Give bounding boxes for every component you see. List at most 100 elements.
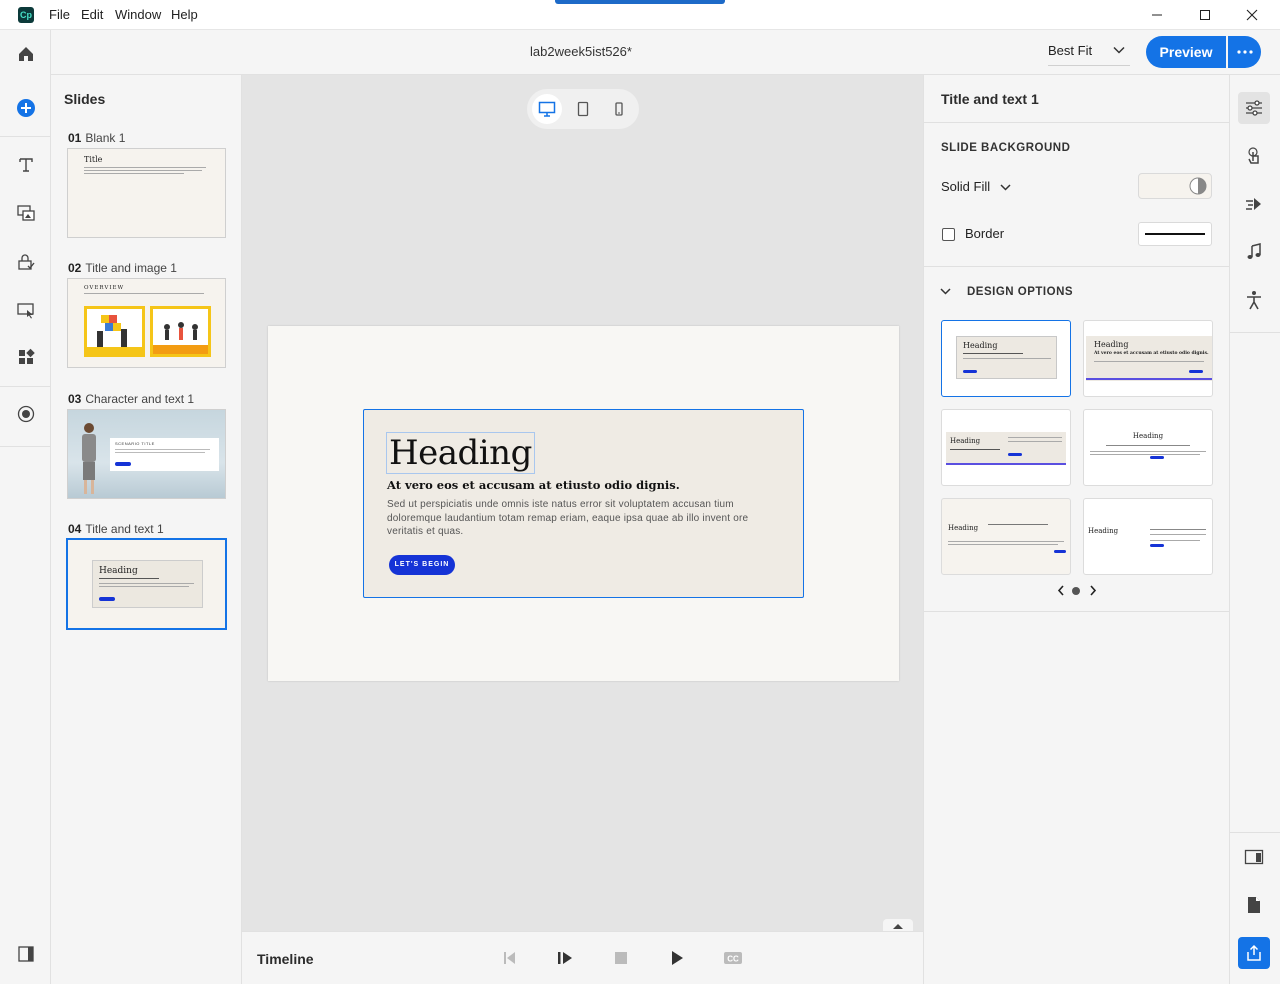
design-heading: Heading <box>963 341 998 350</box>
widget-icon[interactable] <box>13 297 39 323</box>
design-option-2[interactable]: Heading At vero eos et accusam at etiust… <box>1083 320 1213 397</box>
slide-thumbnail-2[interactable]: OVERVIEW <box>67 278 226 368</box>
chevron-left-icon[interactable] <box>1057 585 1065 596</box>
add-icon[interactable] <box>13 95 39 121</box>
menu-window[interactable]: Window <box>115 7 161 22</box>
thumb-text-line <box>99 578 159 579</box>
menu-help[interactable]: Help <box>171 7 198 22</box>
chevron-down-icon[interactable] <box>1113 46 1125 54</box>
more-options-button[interactable] <box>1228 36 1261 68</box>
design-text-line <box>948 541 1064 542</box>
lets-begin-button[interactable]: LET'S BEGIN <box>389 555 455 575</box>
slide-name: Character and text 1 <box>85 392 195 406</box>
design-option-5[interactable]: Heading <box>941 498 1071 575</box>
slide-thumbnail-4[interactable]: Heading <box>66 538 227 630</box>
design-text-line <box>1150 534 1206 535</box>
thumb-title: Heading <box>99 566 138 576</box>
close-icon[interactable] <box>1242 5 1262 25</box>
design-text-line <box>988 524 1048 525</box>
play-icon[interactable] <box>666 949 688 967</box>
rail-divider <box>0 386 50 387</box>
border-style-picker[interactable] <box>1138 222 1212 246</box>
design-text-line <box>1090 454 1200 455</box>
tablet-view-button[interactable] <box>568 94 598 124</box>
fill-color-swatch[interactable] <box>1138 173 1212 199</box>
home-icon[interactable] <box>13 41 39 67</box>
thumb-card: Heading <box>92 560 203 608</box>
slide-heading[interactable]: Heading <box>386 432 535 474</box>
slide-subheading[interactable]: At vero eos et accusam at etiusto odio d… <box>387 478 680 492</box>
slide-thumbnail-3[interactable]: SCENARIO TITLE <box>67 409 226 499</box>
share-button[interactable] <box>1238 937 1270 969</box>
design-text-line <box>1008 441 1062 442</box>
device-toggle <box>527 89 639 129</box>
stop-icon[interactable] <box>610 949 632 967</box>
design-option-3[interactable]: Heading <box>941 409 1071 486</box>
design-button <box>1150 456 1164 459</box>
design-heading: Heading <box>950 437 981 445</box>
slide-number: 02 <box>68 261 82 275</box>
accessibility-tab[interactable] <box>1238 284 1270 316</box>
document-header: lab2week5ist526* Best Fit Preview <box>51 30 1280 75</box>
thumb-text-line <box>84 167 206 168</box>
interaction-icon[interactable] <box>13 249 39 275</box>
menu-edit[interactable]: Edit <box>81 7 103 22</box>
properties-title: Title and text 1 <box>941 91 1039 107</box>
thumb-title: SCENARIO TITLE <box>115 441 155 446</box>
slide-label: 02 Title and image 1 <box>68 261 177 275</box>
design-option-1[interactable]: Heading <box>941 320 1071 397</box>
slide-label: 01 Blank 1 <box>68 131 125 145</box>
properties-tab[interactable] <box>1238 92 1270 124</box>
thumb-title: OVERVIEW <box>84 285 125 291</box>
menu-file[interactable]: File <box>49 7 70 22</box>
record-icon[interactable] <box>13 401 39 427</box>
document-icon <box>1248 897 1260 913</box>
panel-divider <box>924 266 1229 267</box>
design-heading: Heading <box>1094 340 1129 349</box>
timeline-label: Timeline <box>257 951 314 967</box>
interactions-tab[interactable] <box>1238 140 1270 172</box>
chevron-down-icon[interactable] <box>940 288 951 295</box>
design-text-line <box>1094 361 1204 362</box>
preview-button[interactable]: Preview <box>1146 36 1226 68</box>
page-indicator-dot[interactable] <box>1072 587 1080 595</box>
thumb-text-line <box>84 170 202 171</box>
maximize-icon[interactable] <box>1195 5 1215 25</box>
layout-toggle[interactable] <box>1238 841 1270 873</box>
next-slide-icon[interactable] <box>554 949 576 967</box>
chevron-right-icon[interactable] <box>1089 585 1097 596</box>
thumb-text-line <box>99 586 189 587</box>
mobile-view-button[interactable] <box>604 94 634 124</box>
people-illustration <box>153 322 208 354</box>
animations-tab[interactable] <box>1238 188 1270 220</box>
panel-divider <box>924 611 1229 612</box>
design-heading: Heading <box>1132 432 1164 440</box>
rail-divider <box>0 136 50 137</box>
slide-number: 04 <box>68 522 82 536</box>
audio-tab[interactable] <box>1238 236 1270 268</box>
fill-type-dropdown[interactable]: Solid Fill <box>941 179 1011 194</box>
design-text-line <box>1150 529 1206 530</box>
slide-body-text[interactable]: Sed ut perspiciatis unde omnis iste natu… <box>387 498 787 539</box>
closed-captions-icon[interactable]: CC <box>722 949 744 967</box>
slide-label: 03 Character and text 1 <box>68 392 194 406</box>
previous-slide-icon[interactable] <box>499 949 521 967</box>
slide-thumbnail-1[interactable]: Title <box>67 148 226 238</box>
document-tab[interactable] <box>1238 889 1270 921</box>
design-option-6[interactable]: Heading <box>1083 498 1213 575</box>
minimize-icon[interactable] <box>1147 5 1167 25</box>
panel-toggle-icon[interactable] <box>13 941 39 967</box>
design-text-line <box>963 353 1023 354</box>
text-icon[interactable] <box>13 152 39 178</box>
thumb-card: SCENARIO TITLE <box>110 438 219 471</box>
border-checkbox[interactable] <box>942 228 955 241</box>
desktop-view-button[interactable] <box>532 94 562 124</box>
title-bar: Cp File Edit Window Help <box>0 0 1280 30</box>
assets-icon[interactable] <box>13 344 39 370</box>
design-option-4[interactable]: Heading <box>1083 409 1213 486</box>
design-text-line <box>1106 445 1190 446</box>
media-icon[interactable] <box>13 200 39 226</box>
thumb-text-line <box>84 293 204 294</box>
chevron-down-icon <box>1000 184 1011 191</box>
design-preview-card: Heading At vero eos et accusam at etiust… <box>1086 336 1212 381</box>
